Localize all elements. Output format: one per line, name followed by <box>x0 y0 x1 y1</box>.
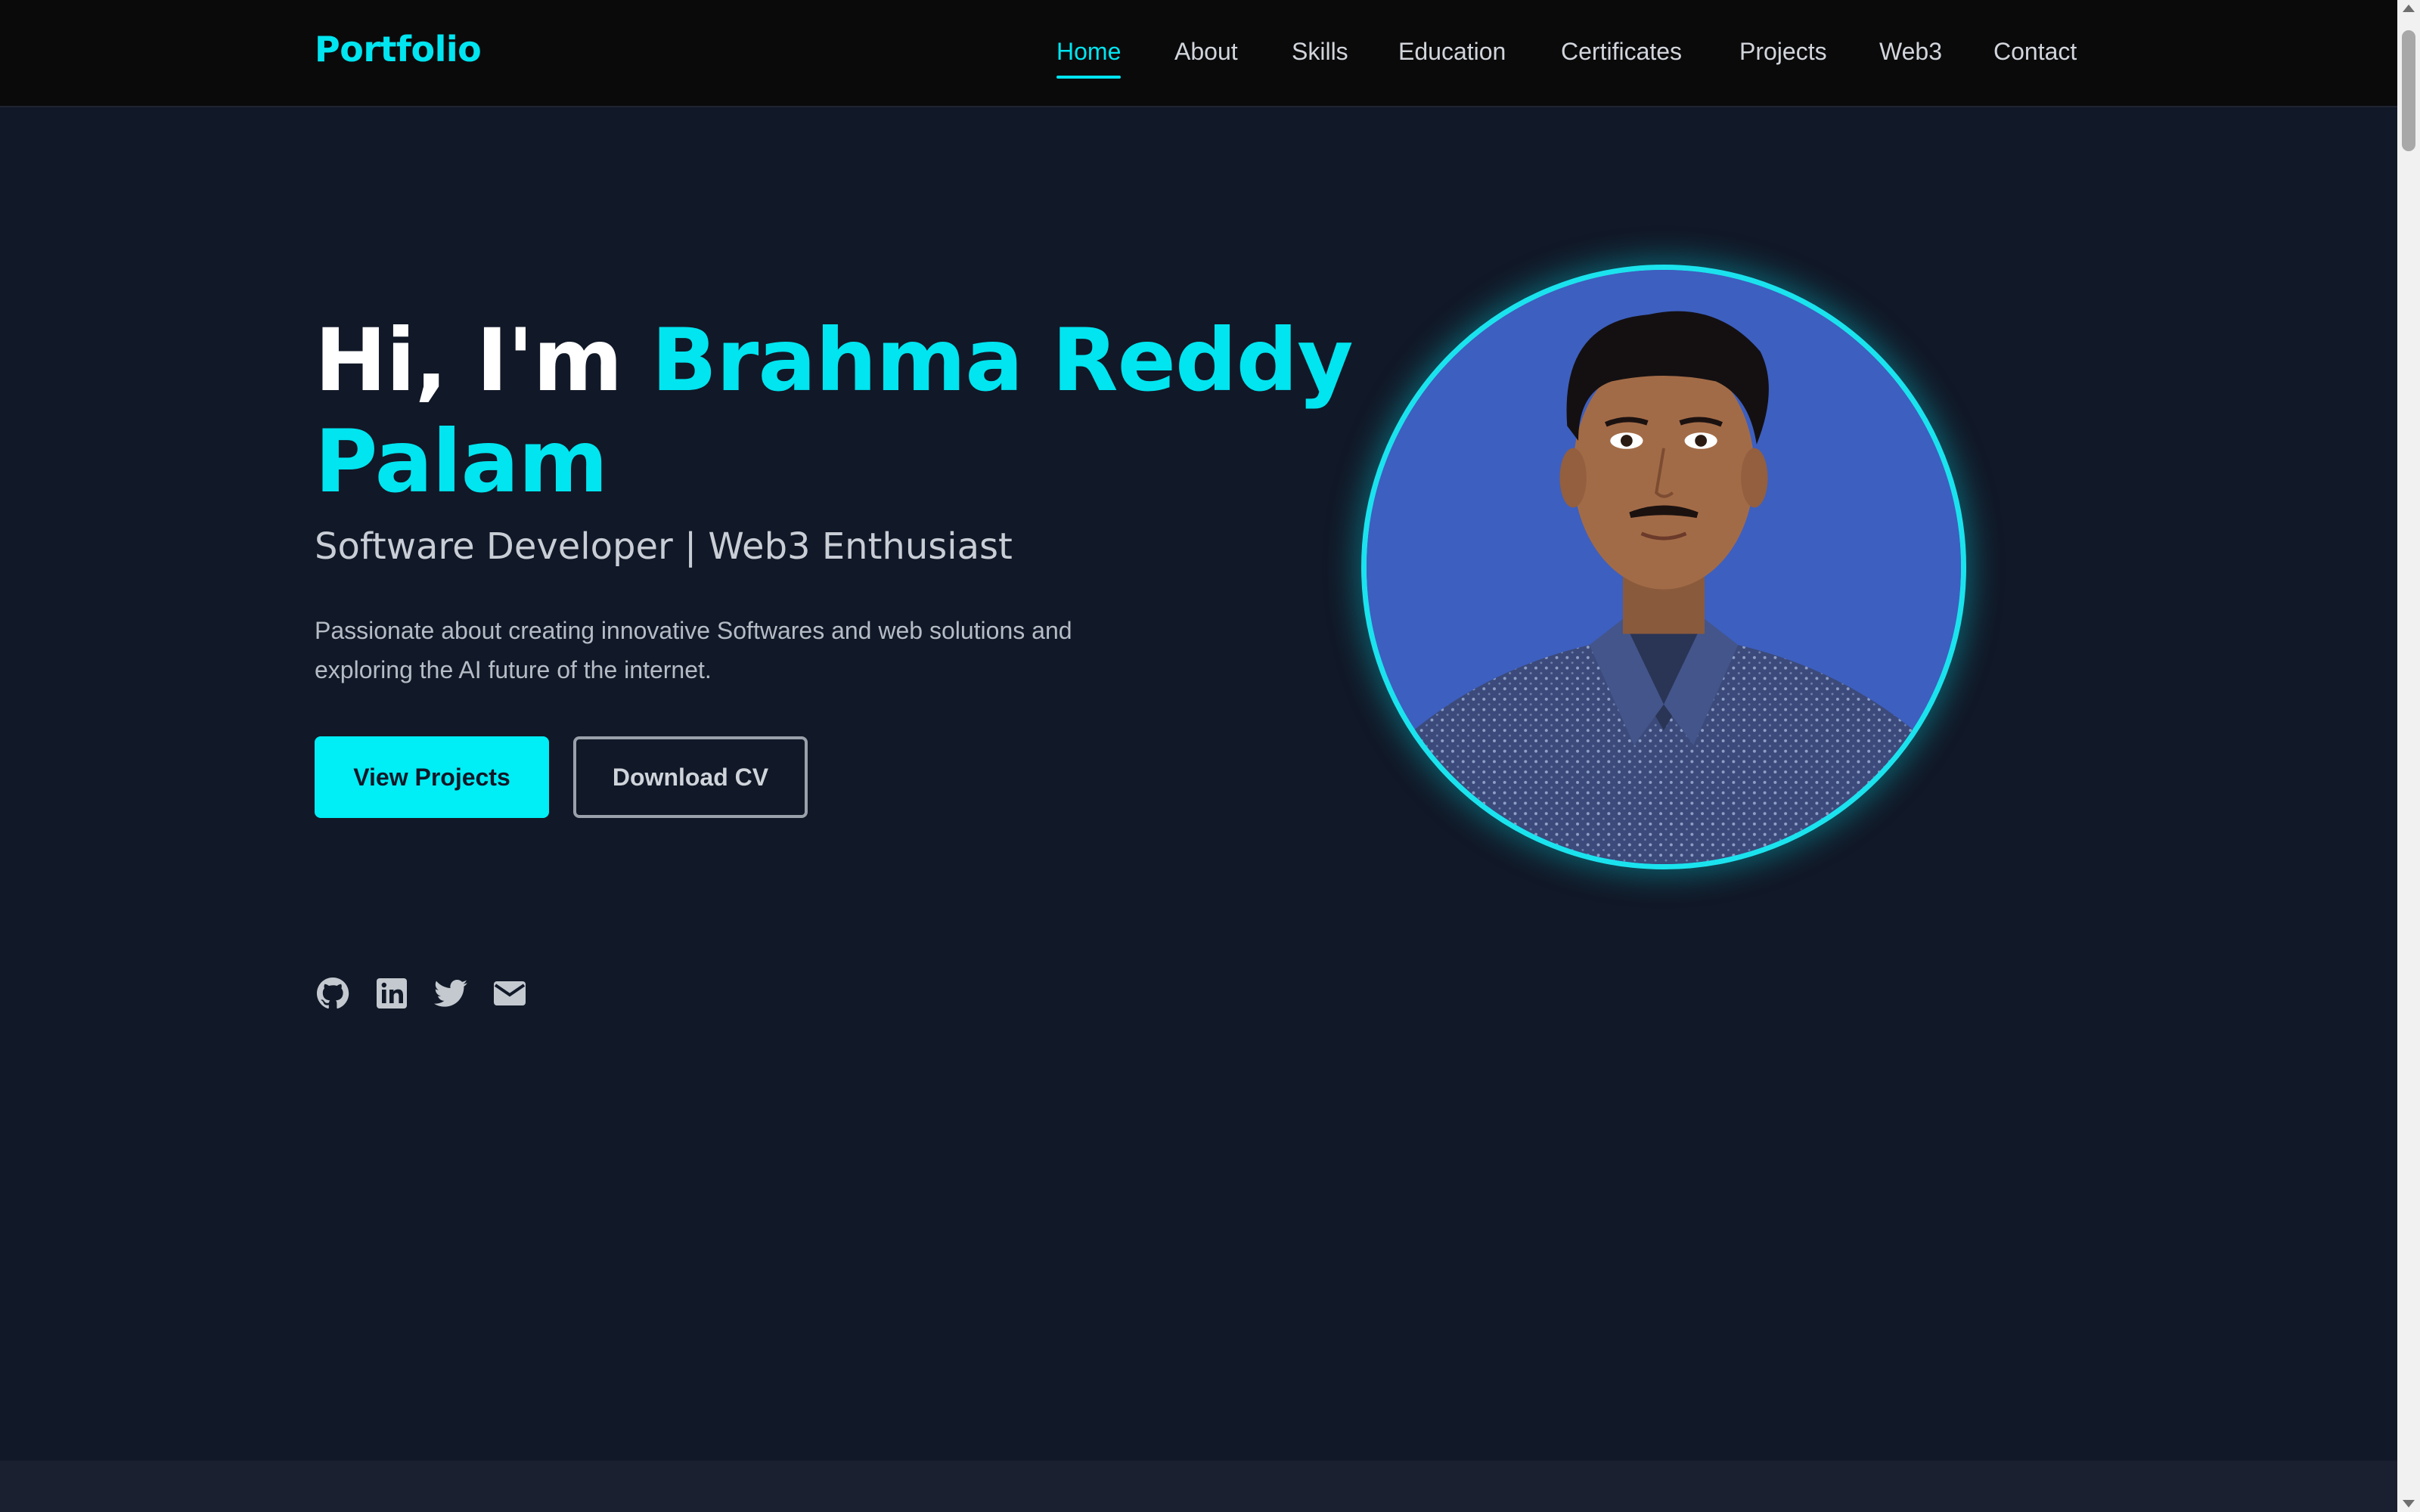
hero-section: Hi, I'm Brahma Reddy Palam Software Deve… <box>0 106 2397 1459</box>
active-indicator <box>1056 76 1122 79</box>
linkedin-icon[interactable] <box>374 975 410 1012</box>
scroll-down-arrow-icon[interactable] <box>2403 1500 2415 1507</box>
nav-menu: Home About Skills Education Certificates… <box>0 38 2397 83</box>
profile-photo <box>1361 265 1966 869</box>
nav-item-home[interactable]: Home <box>1056 38 1122 79</box>
nav-item-web3[interactable]: Web3 <box>1879 38 1942 66</box>
scrollbar-thumb[interactable] <box>2402 30 2415 151</box>
download-cv-button[interactable]: Download CV <box>573 736 808 818</box>
hero-headline: Hi, I'm Brahma Reddy Palam <box>315 310 1373 513</box>
nav-item-education[interactable]: Education <box>1398 38 1506 66</box>
scroll-up-arrow-icon[interactable] <box>2403 5 2415 12</box>
next-section-edge <box>0 1461 2397 1512</box>
nav-item-projects[interactable]: Projects <box>1739 38 1827 66</box>
twitter-icon[interactable] <box>433 975 469 1012</box>
nav-item-contact[interactable]: Contact <box>1993 38 2077 66</box>
email-icon[interactable] <box>492 975 528 1012</box>
nav-item-certificates[interactable]: Certificates <box>1561 38 1682 66</box>
nav-item-about[interactable]: About <box>1174 38 1238 66</box>
scrollbar[interactable] <box>2397 0 2420 1512</box>
hero-subtitle: Software Developer | Web3 Enthusiast <box>315 525 1013 568</box>
nav-item-label: Home <box>1056 38 1122 65</box>
navbar: Portfolio Home About Skills Education Ce… <box>0 0 2397 107</box>
profile-photo-illustration <box>1367 270 1961 864</box>
view-projects-button[interactable]: View Projects <box>315 736 549 818</box>
nav-item-skills[interactable]: Skills <box>1292 38 1348 66</box>
social-links <box>315 975 528 1016</box>
page: Portfolio Home About Skills Education Ce… <box>0 0 2397 1512</box>
github-icon[interactable] <box>315 975 351 1012</box>
hero-description: Passionate about creating innovative Sof… <box>315 617 1072 683</box>
hero-greeting: Hi, I'm <box>315 310 652 411</box>
